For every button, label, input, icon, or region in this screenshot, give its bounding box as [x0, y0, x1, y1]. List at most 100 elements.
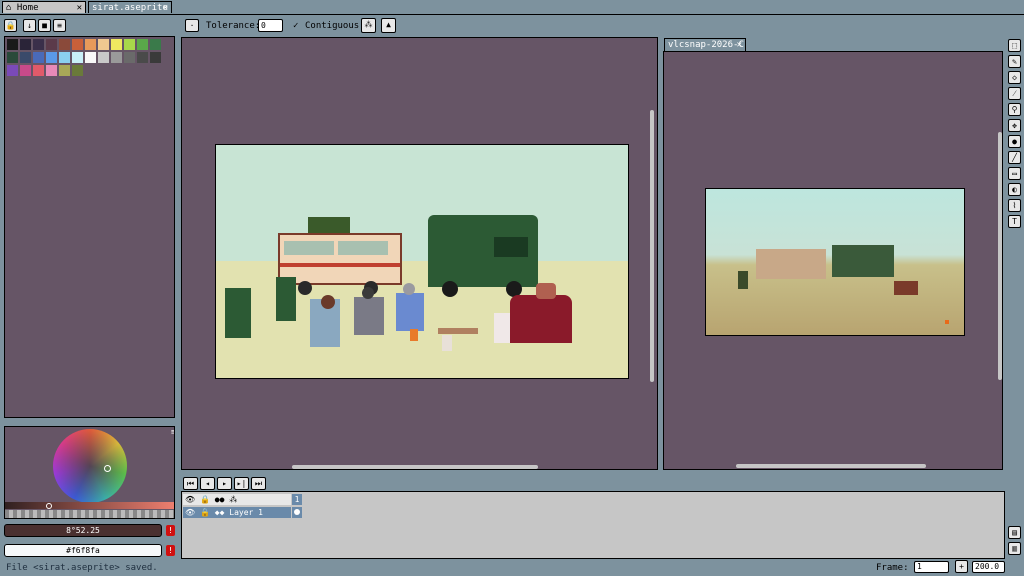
wheel-options-icon[interactable]: ≡ — [171, 428, 174, 436]
fill-mode-icon[interactable]: ▲ — [381, 18, 396, 33]
reference-hscroll[interactable] — [736, 464, 926, 468]
zoom-input[interactable]: 200.0 — [972, 561, 1005, 573]
first-frame-icon[interactable]: ⏮ — [183, 477, 198, 490]
color-wheel[interactable] — [53, 429, 127, 503]
text-tool-icon[interactable]: T — [1008, 215, 1021, 228]
line-tool-icon[interactable]: ╱ — [1008, 151, 1021, 164]
palette-swatch[interactable] — [72, 39, 83, 50]
shade-cursor[interactable] — [46, 503, 52, 509]
layout-toggle-icon[interactable]: ▥ — [1008, 542, 1021, 555]
secondary-warning-icon[interactable]: ! — [166, 545, 175, 556]
eraser-tool-icon[interactable]: ◇ — [1008, 71, 1021, 84]
palette-menu-icon[interactable]: ≡ — [53, 19, 66, 32]
person-sitting — [396, 293, 424, 331]
palette-swatch[interactable] — [7, 39, 18, 50]
palette-swatch[interactable] — [137, 52, 148, 63]
palette-swatch[interactable] — [7, 52, 18, 63]
tab-sirat-close-icon[interactable]: ✕ — [163, 2, 168, 14]
palette-swatch[interactable] — [33, 52, 44, 63]
contiguous-label: Contiguous — [305, 21, 360, 31]
frame-input[interactable]: 1 — [914, 561, 949, 573]
main-hscroll[interactable] — [292, 465, 538, 469]
fill-tool-icon[interactable]: ● — [1008, 135, 1021, 148]
contiguous-checkbox[interactable]: ✓ — [293, 21, 298, 31]
palette-swatch[interactable] — [33, 39, 44, 50]
palette-swatch[interactable] — [124, 39, 135, 50]
marquee-tool-icon[interactable]: ⬚ — [1008, 39, 1021, 52]
status-message: File <sirat.aseprite> saved. — [6, 563, 158, 573]
palette-swatch[interactable] — [85, 52, 96, 63]
palette-swatch[interactable] — [33, 65, 44, 76]
timeline[interactable]: 👁 🔒 ●● ⁂ 1 👁 🔒 ◆◆ Layer 1 — [181, 491, 1005, 559]
tab-sirat[interactable]: sirat.aseprite ✕ — [88, 1, 172, 13]
palette-swatch[interactable] — [72, 52, 83, 63]
last-frame-icon[interactable]: ⏭ — [251, 477, 266, 490]
tab-home[interactable]: ⌂ Home ✕ — [2, 1, 86, 13]
main-editor[interactable] — [181, 37, 658, 470]
tab-reference-close-icon[interactable]: ✕ — [737, 39, 742, 51]
palette-swatch[interactable] — [46, 52, 57, 63]
pencil-tool-icon[interactable]: ✎ — [1008, 55, 1021, 68]
primary-warning-icon[interactable]: ! — [166, 525, 175, 536]
layer-row[interactable]: 👁 🔒 ◆◆ Layer 1 — [183, 507, 291, 518]
reference-editor[interactable] — [663, 51, 1003, 470]
palette-swatch[interactable] — [85, 39, 96, 50]
tab-home-close-icon[interactable]: ✕ — [77, 2, 82, 14]
link-icon[interactable]: ●● — [215, 495, 225, 504]
secondary-color-field[interactable]: #f6f8fa — [4, 544, 162, 557]
pixel-connectedness-icon[interactable]: ⁂ — [361, 18, 376, 33]
sprite-canvas[interactable] — [215, 144, 629, 379]
palette-swatch[interactable] — [111, 39, 122, 50]
zoom-tool-icon[interactable]: ⚲ — [1008, 103, 1021, 116]
palette-swatch[interactable] — [20, 39, 31, 50]
next-frame-icon[interactable]: ▸| — [234, 477, 249, 490]
palette-square-icon[interactable]: ■ — [38, 19, 51, 32]
add-frame-icon[interactable]: + — [955, 560, 968, 573]
rectangle-tool-icon[interactable]: ▭ — [1008, 167, 1021, 180]
play-icon[interactable]: ▸ — [217, 477, 232, 490]
layer-lock-icon[interactable]: 🔒 — [200, 508, 210, 517]
palette-swatch[interactable] — [7, 65, 18, 76]
shade-bar[interactable] — [5, 502, 174, 509]
layer-visibility-icon[interactable]: 👁 — [185, 508, 195, 517]
eyedropper-tool-icon[interactable]: ⁄ — [1008, 87, 1021, 100]
palette-swatch[interactable] — [20, 52, 31, 63]
visibility-icon[interactable]: 👁 — [185, 495, 195, 504]
palette-swatch[interactable] — [137, 39, 148, 50]
primary-color-field[interactable]: 8°52.25 — [4, 524, 162, 537]
palette-swatch[interactable] — [150, 52, 161, 63]
layer-name[interactable]: Layer 1 — [229, 508, 263, 517]
palette-swatch[interactable] — [20, 65, 31, 76]
palette-swatch[interactable] — [59, 52, 70, 63]
cel[interactable] — [292, 507, 302, 518]
continuous-icon[interactable]: ⁂ — [229, 495, 237, 504]
contour-tool-icon[interactable]: ◐ — [1008, 183, 1021, 196]
layer-link-icon[interactable]: ◆◆ — [215, 508, 225, 517]
palette-down-icon[interactable]: ↓ — [23, 19, 36, 32]
frame-header[interactable]: 1 — [292, 494, 302, 505]
tolerance-input[interactable]: 0 — [258, 19, 283, 32]
palette-swatch[interactable] — [72, 65, 83, 76]
move-tool-icon[interactable]: ✥ — [1008, 119, 1021, 132]
palette-swatch[interactable] — [150, 39, 161, 50]
lock-icon[interactable]: 🔒 — [200, 495, 210, 504]
frame-label: Frame: — [876, 563, 909, 573]
palette-swatch[interactable] — [59, 65, 70, 76]
palette-swatch[interactable] — [46, 39, 57, 50]
context-tool-button[interactable]: · — [185, 19, 199, 32]
palette-swatch[interactable] — [124, 52, 135, 63]
lock-palette-icon[interactable]: 🔒 — [4, 19, 17, 32]
palette-swatch[interactable] — [111, 52, 122, 63]
tab-reference[interactable]: vlcsnap-2026-C ✕ — [664, 38, 746, 51]
palette-swatch[interactable] — [46, 65, 57, 76]
blur-tool-icon[interactable]: ⌇ — [1008, 199, 1021, 212]
prev-frame-icon[interactable]: ◂ — [200, 477, 215, 490]
palette-swatch[interactable] — [98, 52, 109, 63]
palette-swatch[interactable] — [98, 39, 109, 50]
reference-vscroll[interactable] — [998, 132, 1002, 380]
alpha-bar[interactable] — [5, 510, 174, 518]
timeline-toggle-icon[interactable]: ▤ — [1008, 526, 1021, 539]
palette-swatch[interactable] — [59, 39, 70, 50]
color-wheel-cursor[interactable] — [104, 465, 111, 472]
main-vscroll[interactable] — [650, 110, 654, 382]
